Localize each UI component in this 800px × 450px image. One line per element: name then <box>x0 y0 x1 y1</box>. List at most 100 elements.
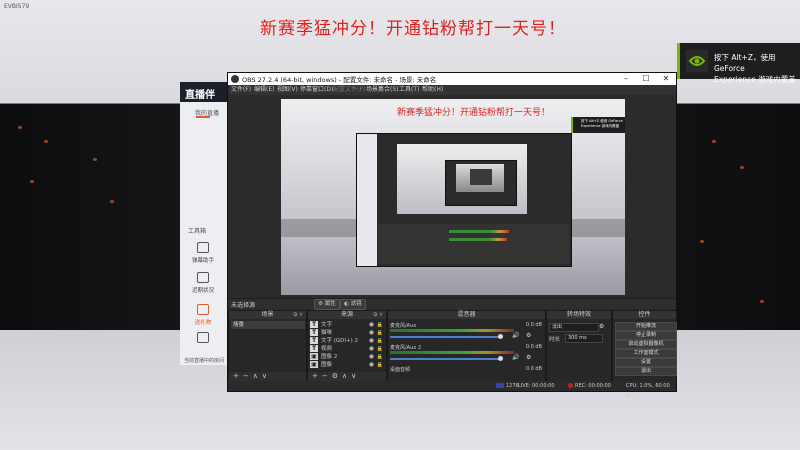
duration-input[interactable]: 300 ms <box>565 334 603 343</box>
gear-icon[interactable]: ⚙ <box>526 354 531 361</box>
mixer-meter <box>390 351 514 354</box>
lock-icon[interactable]: 🔒 <box>377 353 383 361</box>
source-toolbar: 未选择源 ⚙ 属性 ◐ 滤镜 <box>228 298 676 310</box>
maximize-icon[interactable]: ☐ <box>636 73 656 85</box>
dock-controls-icon[interactable]: ⧉ ✕ <box>294 312 303 318</box>
add-scene-icon[interactable]: + <box>233 372 239 380</box>
source-settings-icon[interactable]: ⚙ <box>332 372 338 380</box>
lock-icon[interactable]: 🔒 <box>377 329 383 337</box>
live-icon <box>496 383 504 388</box>
start-streaming-button[interactable]: 开始推流 <box>615 322 677 331</box>
bg-tool-live[interactable]: 近期状况 <box>188 272 218 294</box>
background-streaming-app[interactable]: 直播伴 我的直播 工具箱 弹幕助手 近期状况 送礼物 当前直播中的房间 <box>180 82 228 365</box>
eye-icon[interactable]: ◉ <box>369 329 374 337</box>
no-source-label: 未选择源 <box>231 302 256 309</box>
lock-icon[interactable]: 🔒 <box>377 337 383 345</box>
source-item[interactable]: T 视频 ◉ 🔒 <box>310 345 384 353</box>
gift-icon <box>197 304 209 315</box>
menu-profile[interactable]: 配置文件(P) <box>333 85 365 95</box>
properties-button[interactable]: ⚙ 属性 <box>314 299 340 310</box>
nested-sidebar <box>357 134 377 266</box>
remove-scene-icon[interactable]: − <box>243 372 249 380</box>
eye-icon[interactable]: ◉ <box>369 345 374 353</box>
menu-scene-collection[interactable]: 场景集合(S) <box>366 85 399 95</box>
obs-window[interactable]: OBS 27.2.4 (64-bit, windows) - 配置文件: 未命名… <box>227 72 677 399</box>
bg-app-footer: 当前直播中的房间 <box>184 358 225 364</box>
close-icon[interactable]: ✕ <box>656 73 676 85</box>
source-item[interactable]: ▣ 图像 2 ◉ 🔒 <box>310 353 384 361</box>
speaker-icon[interactable]: 🔊 <box>512 354 519 361</box>
controls-dock-title: 控件 <box>613 311 676 319</box>
menu-help[interactable]: 帮助(H) <box>422 85 443 95</box>
source-item[interactable]: T 猫咪 ◉ 🔒 <box>310 329 384 337</box>
bg-tool-record[interactable] <box>188 332 218 346</box>
eye-icon[interactable]: ◉ <box>369 361 374 369</box>
bg-tool-danmu[interactable]: 弹幕助手 <box>188 242 218 264</box>
eye-icon[interactable]: ◉ <box>369 353 374 361</box>
nvidia-icon <box>686 50 708 72</box>
source-item[interactable]: T 文字 (GDI+) 2 ◉ 🔒 <box>310 337 384 345</box>
obs-titlebar[interactable]: OBS 27.2.4 (64-bit, windows) - 配置文件: 未命名… <box>228 73 676 85</box>
lock-icon[interactable]: 🔒 <box>377 321 383 329</box>
lock-icon[interactable]: 🔒 <box>377 361 383 369</box>
speaker-icon[interactable]: 🔊 <box>512 332 519 339</box>
scene-item[interactable]: 场景 <box>231 321 305 329</box>
volume-slider-knob[interactable] <box>498 356 503 361</box>
nested-meter <box>449 238 507 241</box>
nested-meter <box>449 230 509 233</box>
add-source-icon[interactable]: + <box>312 372 318 380</box>
dock-controls-icon[interactable]: ⧉ ✕ <box>374 312 383 318</box>
obs-preview[interactable]: 新赛季猛冲分！开通钻粉帮打一天号！ 按下 Alt+Z 使用 GeForce Ex… <box>281 99 625 295</box>
bitrate-indicator: 1276 <box>496 381 519 391</box>
scenes-dock-footer: + − ∧ ∨ <box>229 372 306 381</box>
nested-obs-capture-2 <box>445 160 517 206</box>
source-item[interactable]: ▣ 图像 ◉ 🔒 <box>310 361 384 369</box>
filters-button[interactable]: ◐ 滤镜 <box>340 299 366 310</box>
transitions-dock-title: 转场特效 <box>547 311 611 319</box>
mixer-channel-name: 麦克风/Aux <box>390 323 417 329</box>
nested-preview-2 <box>456 164 504 192</box>
preview-geforce-toast: 按下 Alt+Z 使用 GeForce Experience 游戏内覆盖 <box>571 117 625 133</box>
menu-edit[interactable]: 编辑(E) <box>254 85 274 95</box>
preview-banner: 新赛季猛冲分！开通钻粉帮打一天号！ <box>397 108 551 118</box>
scenes-dock: 场景 ⧉ ✕ 场景 + − ∧ ∨ <box>228 310 307 382</box>
volume-slider[interactable] <box>390 358 500 360</box>
window-title: OBS 27.2.4 (64-bit, windows) - 配置文件: 未命名… <box>242 76 437 84</box>
controls-dock: 控件 开始推流 停止录制 启动虚拟摄像机 工作室模式 设置 退出 <box>612 310 677 382</box>
move-down-icon[interactable]: ∨ <box>351 372 356 380</box>
sources-dock: 来源 ⧉ ✕ T 文字 ◉ 🔒 T 猫咪 ◉ 🔒 T 文字 (GDI+) 2 ◉ 🔒 T 视频 ◉ 🔒 … <box>307 310 387 382</box>
menu-file[interactable]: 文件(F) <box>231 85 251 95</box>
move-up-icon[interactable]: ∧ <box>342 372 347 380</box>
move-up-icon[interactable]: ∧ <box>253 372 258 380</box>
studio-mode-button[interactable]: 工作室模式 <box>615 349 677 358</box>
eye-icon[interactable]: ◉ <box>369 321 374 329</box>
transition-type-select[interactable]: 淡出 <box>549 323 599 332</box>
move-down-icon[interactable]: ∨ <box>262 372 267 380</box>
chat-icon <box>197 242 209 253</box>
bg-tool-gift[interactable]: 送礼物 <box>188 304 218 326</box>
minimize-icon[interactable]: – <box>616 73 636 85</box>
gear-icon[interactable]: ⚙ <box>526 332 531 339</box>
stop-recording-button[interactable]: 停止录制 <box>615 331 677 340</box>
remove-source-icon[interactable]: − <box>322 372 328 380</box>
nested-docks <box>379 224 569 264</box>
menu-docks[interactable]: 停靠窗口(D) <box>300 85 333 95</box>
volume-slider-knob[interactable] <box>498 334 503 339</box>
gear-icon[interactable]: ⚙ <box>599 323 604 330</box>
promo-banner: 新赛季猛冲分！开通钻粉帮打一天号！ <box>260 19 566 39</box>
settings-button[interactable]: 设置 <box>615 358 677 367</box>
duration-label: 时长 <box>549 337 561 343</box>
source-item[interactable]: T 文字 ◉ 🔒 <box>310 321 384 329</box>
geforce-overlay-notification[interactable]: 按下 Alt+Z，使用 GeForce Experience 游戏内覆盖 <box>677 43 800 84</box>
exit-button[interactable]: 退出 <box>615 367 677 376</box>
lock-icon[interactable]: 🔒 <box>377 345 383 353</box>
menu-tools[interactable]: 工具(T) <box>399 85 419 95</box>
menu-view[interactable]: 视图(V) <box>277 85 298 95</box>
volume-slider[interactable] <box>390 336 500 338</box>
obs-app-icon <box>231 75 239 83</box>
start-virtual-camera-button[interactable]: 启动虚拟摄像机 <box>615 340 677 349</box>
obs-menubar: 文件(F) 编辑(E) 视图(V) 停靠窗口(D) 配置文件(P) 场景集合(S… <box>228 85 676 95</box>
eye-icon[interactable]: ◉ <box>369 337 374 345</box>
rec-indicator: REC: 00:00:00 <box>568 381 611 391</box>
notification-line-2: Experience 游戏内覆盖 <box>714 75 796 84</box>
